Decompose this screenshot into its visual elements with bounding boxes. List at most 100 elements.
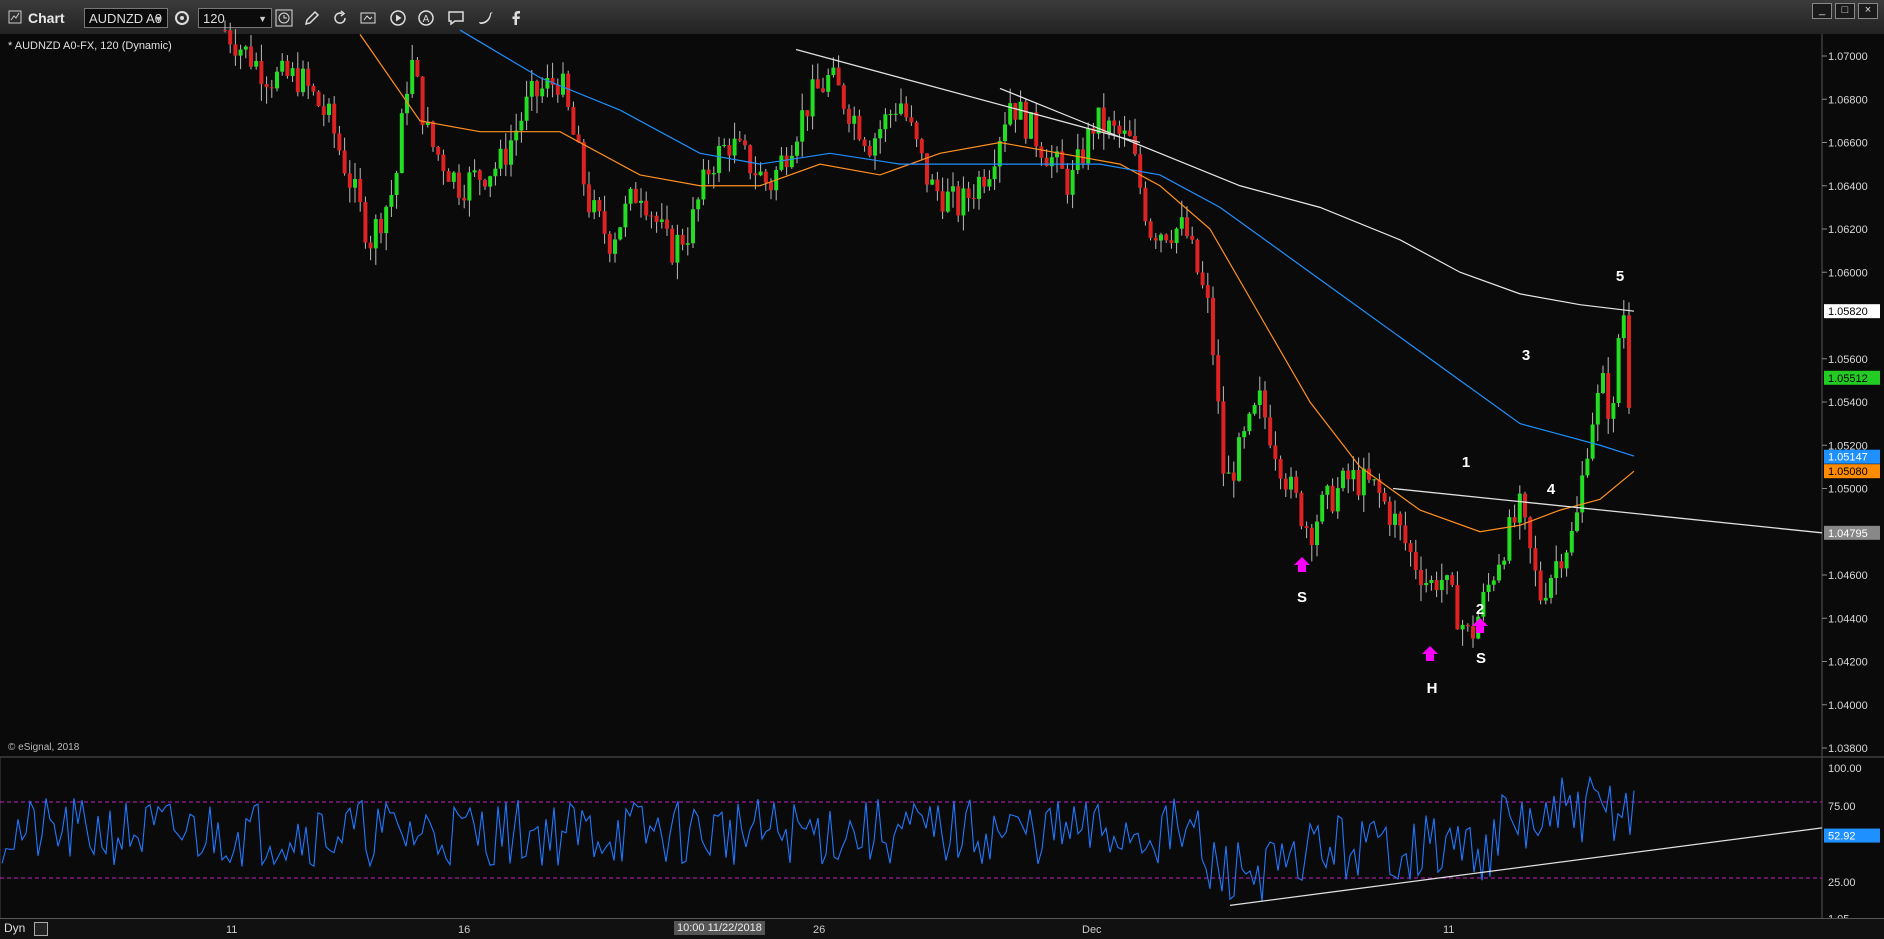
date-tick: Dec: [1082, 924, 1102, 936]
oscillator-line: [1, 775, 1635, 901]
price-axis-label: 1.06000: [1828, 267, 1868, 279]
candle-body: [1315, 521, 1319, 546]
candle-body: [399, 113, 404, 173]
candle-body: [477, 170, 482, 180]
price-axis-label: 1.06800: [1828, 94, 1868, 106]
candle-body: [321, 106, 326, 115]
candle-body: [717, 145, 721, 174]
candle-body: [561, 73, 565, 95]
candle-body: [379, 219, 383, 234]
candle-body: [680, 234, 685, 245]
candle-body: [1153, 237, 1158, 241]
candle-body: [1263, 390, 1267, 418]
candle-body: [1164, 234, 1169, 241]
candle-body: [1460, 624, 1465, 630]
candle-body: [524, 96, 529, 121]
candle-body: [732, 138, 737, 156]
price-axis-label: 1.06200: [1828, 224, 1868, 236]
time-axis-bar: Dyn 10:00 11/22/2018 11 16 26 Dec 11: [0, 918, 1884, 939]
candle-body: [1372, 479, 1377, 481]
ma-fast-line: [359, 34, 1635, 533]
candle-body: [675, 234, 680, 263]
price-tag-label: 1.05820: [1828, 306, 1868, 318]
candle-body: [566, 73, 571, 107]
candle-body: [1621, 315, 1626, 339]
candle-body: [1590, 424, 1595, 459]
candle-body: [706, 169, 711, 175]
candle-body: [259, 60, 264, 85]
candle-body: [1159, 234, 1163, 241]
candle-body: [769, 182, 773, 191]
candle-body: [1538, 570, 1543, 601]
candle-body: [691, 209, 695, 244]
candle-body: [431, 121, 435, 148]
price-axis-label: 1.06400: [1828, 181, 1868, 193]
candle-body: [1507, 517, 1512, 561]
candle-body: [1257, 390, 1262, 405]
candle-body: [446, 171, 451, 182]
pattern-label: 1: [1462, 454, 1470, 471]
candle-body: [909, 117, 914, 123]
candle-body: [685, 243, 690, 245]
candle-body: [529, 81, 534, 97]
up-arrow-icon: [1422, 646, 1438, 661]
candle-body: [389, 195, 394, 207]
candle-body: [607, 233, 612, 254]
copyright-text: © eSignal, 2018: [8, 742, 80, 753]
candlestick-series: [223, 20, 1631, 648]
candle-body: [1575, 512, 1579, 531]
candle-body: [613, 239, 617, 254]
candle-body: [555, 84, 560, 95]
pattern-label: H: [1427, 680, 1438, 697]
candle-body: [904, 103, 909, 118]
up-arrow-icon: [1294, 557, 1310, 572]
candle-body: [1502, 560, 1507, 565]
dyn-settings-icon[interactable]: [34, 922, 48, 936]
candle-body: [1595, 392, 1600, 425]
candle-body: [1034, 112, 1039, 147]
candle-body: [488, 176, 493, 187]
candle-body: [956, 186, 961, 216]
candle-body: [472, 170, 477, 173]
candle-body: [628, 188, 633, 204]
chart-canvas[interactable]: SHS12345 1.070001.068001.066001.064001.0…: [0, 0, 1884, 938]
candle-body: [1533, 548, 1538, 571]
candle-body: [1112, 120, 1117, 126]
candle-body: [1403, 525, 1408, 544]
candle-body: [1497, 564, 1501, 581]
candle-body: [602, 211, 607, 234]
candle-body: [826, 75, 831, 92]
candle-body: [982, 176, 987, 187]
candle-body: [1523, 493, 1527, 518]
candle-body: [1398, 513, 1403, 526]
candle-body: [1627, 315, 1631, 408]
candle-body: [1237, 437, 1241, 481]
candle-body: [1247, 413, 1252, 432]
candle-body: [1424, 582, 1429, 586]
candle-body: [1200, 272, 1205, 286]
candle-body: [498, 148, 503, 169]
candle-body: [1517, 493, 1522, 523]
candle-body: [1413, 552, 1418, 570]
candle-body: [1455, 584, 1460, 630]
candle-body: [1122, 130, 1127, 134]
dyn-label[interactable]: Dyn: [4, 921, 25, 935]
candle-body: [1065, 168, 1070, 195]
candle-body: [1346, 470, 1351, 480]
candle-body: [1569, 530, 1574, 553]
candle-body: [857, 115, 862, 140]
candle-body: [1429, 580, 1434, 583]
candle-body: [483, 179, 487, 187]
candle-body: [1408, 543, 1413, 553]
candle-body: [633, 188, 638, 203]
candle-body: [597, 200, 602, 212]
candle-body: [1564, 552, 1569, 569]
candle-body: [1309, 527, 1314, 546]
candle-body: [867, 146, 872, 156]
candle-body: [347, 173, 352, 188]
candle-body: [1580, 475, 1585, 513]
candle-body: [1044, 157, 1049, 167]
candle-body: [1049, 157, 1054, 167]
date-tick: 26: [813, 924, 826, 936]
candle-body: [945, 191, 950, 212]
